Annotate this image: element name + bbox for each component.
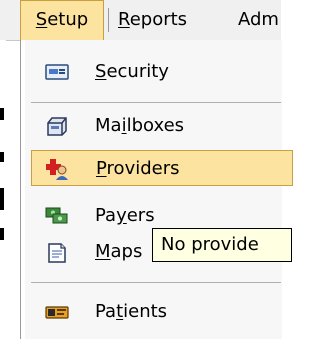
menu-gutter	[21, 40, 25, 339]
menu-setup-rest: etup	[47, 9, 89, 30]
mailbox-icon	[45, 115, 69, 137]
menu-item-security[interactable]: Security	[31, 54, 282, 90]
label-rest: lboxes	[126, 115, 185, 136]
setup-dropdown-menu: Security Mailboxes Providers Payers Maps…	[20, 40, 293, 339]
label-prefix: Ma	[95, 115, 122, 136]
menu-item-mailboxes[interactable]: Mailboxes	[31, 108, 282, 144]
label-rest: ers	[126, 205, 155, 226]
label-rest: roviders	[106, 158, 180, 179]
menu-bar: Setup Reports Adm	[0, 0, 281, 41]
menubar-divider	[108, 8, 109, 32]
label-rest: ecurity	[106, 61, 169, 82]
menu-reports[interactable]: Reports	[118, 0, 187, 40]
label-mnemonic: y	[116, 205, 127, 226]
menu-admin[interactable]: Adm	[238, 0, 279, 40]
edge-mark	[0, 188, 4, 210]
menu-separator	[31, 282, 281, 283]
menu-reports-mnemonic: R	[118, 9, 130, 30]
label-prefix: Pa	[95, 205, 117, 226]
label-rest: aps	[110, 241, 143, 262]
tooltip: No provide	[152, 228, 292, 262]
menu-item-label: Security	[95, 54, 169, 90]
label-mnemonic: P	[96, 158, 107, 179]
tooltip-text: No provide	[161, 234, 259, 255]
menu-item-label: Maps	[95, 234, 142, 270]
menu-item-label: Mailboxes	[95, 108, 184, 144]
menu-setup[interactable]: Setup	[20, 0, 104, 40]
edge-mark	[0, 228, 4, 240]
label-mnemonic: S	[95, 61, 107, 82]
maps-icon	[45, 241, 69, 263]
label-prefix: Pa	[95, 301, 117, 322]
menu-item-patients[interactable]: Patients	[31, 294, 282, 330]
menu-item-label: Payers	[95, 198, 155, 234]
menu-item-label: Providers	[96, 151, 180, 187]
menu-reports-rest: eports	[129, 9, 188, 30]
patients-icon	[45, 301, 69, 323]
security-icon	[45, 61, 69, 83]
providers-icon	[45, 158, 70, 180]
payers-icon	[45, 205, 69, 227]
menu-separator	[31, 102, 281, 103]
background-window-edge	[0, 40, 6, 339]
label-mnemonic: M	[95, 241, 111, 262]
menu-item-label: Patients	[95, 294, 167, 330]
menu-item-providers[interactable]: Providers	[31, 150, 293, 186]
menu-setup-mnemonic: S	[35, 9, 48, 30]
menu-admin-label: Adm	[238, 9, 279, 30]
label-rest: ients	[123, 301, 168, 322]
edge-mark	[0, 108, 4, 120]
edge-mark	[0, 152, 4, 162]
